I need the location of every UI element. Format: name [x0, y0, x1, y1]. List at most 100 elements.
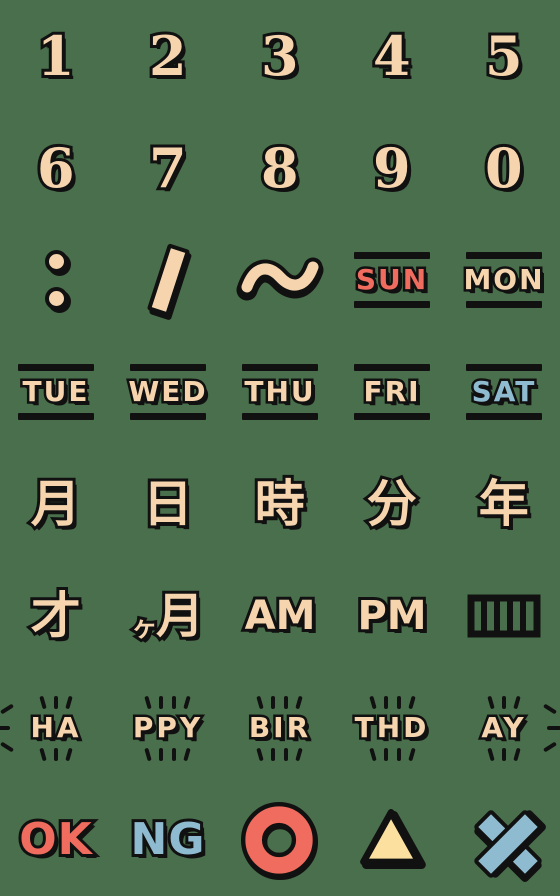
triangle-sticker: [352, 800, 432, 880]
sticker-cell-digit-9[interactable]: 9: [336, 112, 448, 224]
sticker-glyph-hbd-ha: HA: [28, 711, 82, 744]
top-rule: [18, 364, 94, 371]
sticker-cell-ok[interactable]: OK: [0, 784, 112, 896]
sticker-cell-tally[interactable]: [448, 560, 560, 672]
sticker-cell-tilde[interactable]: [224, 224, 336, 336]
sticker-glyph-digit-0: 0: [482, 136, 526, 200]
sticker-cell-day-fri[interactable]: FRI: [336, 336, 448, 448]
dash-ornament-row: [256, 747, 304, 761]
sticker-cell-colon[interactable]: [0, 224, 112, 336]
sticker-cell-day-tue[interactable]: TUE: [0, 336, 112, 448]
bottom-rule: [466, 413, 542, 420]
sticker-cell-kanji-hour[interactable]: 時: [224, 448, 336, 560]
dash-mark: [172, 695, 177, 709]
sticker-cell-hbd-bir[interactable]: BIR: [224, 672, 336, 784]
circle-o-sticker: [240, 800, 320, 880]
ray-burst-left: [0, 701, 30, 755]
dash-mark: [284, 747, 289, 761]
dash-mark: [159, 695, 164, 709]
emoji-sticker-sheet: 1 2 3 4 5 6 7 8 9 0 SUN MON TUE WED THU FRI SAT 月日時分年才ヶ月 A…: [0, 0, 560, 896]
dash-mark: [383, 747, 388, 761]
kanji-prefix-ke: ヶ: [129, 612, 161, 644]
dash-ornament-row: [39, 747, 73, 761]
sticker-cell-ng[interactable]: NG: [112, 784, 224, 896]
sticker-glyph-kanji-day: 日: [140, 475, 196, 533]
sticker-cell-kanji-day[interactable]: 日: [112, 448, 224, 560]
sticker-cell-digit-2[interactable]: 2: [112, 0, 224, 112]
sticker-cell-slash[interactable]: [112, 224, 224, 336]
sticker-cell-day-thu[interactable]: THU: [224, 336, 336, 448]
dash-ornament-row: [144, 747, 192, 761]
top-rule: [242, 364, 318, 371]
colon-dot-bottom: [44, 287, 68, 310]
sticker-glyph-digit-1: 1: [34, 24, 78, 88]
tally-counter-icon: [467, 594, 541, 638]
sticker-cell-kanji-month[interactable]: 月: [0, 448, 112, 560]
dash-mark: [172, 747, 177, 761]
sticker-cell-digit-7[interactable]: 7: [112, 112, 224, 224]
sticker-glyph-digit-3: 3: [258, 24, 302, 88]
dash-mark: [513, 695, 521, 709]
ray-line: [542, 703, 557, 715]
dash-ornament-row: [368, 747, 416, 761]
dash-mark: [383, 695, 388, 709]
hbd-text-wrap: AY: [479, 703, 560, 753]
sticker-cell-kanji-age[interactable]: 才: [0, 560, 112, 672]
sticker-cell-digit-4[interactable]: 4: [336, 0, 448, 112]
sticker-cell-digit-6[interactable]: 6: [0, 112, 112, 224]
sticker-cell-day-sat[interactable]: SAT: [448, 336, 560, 448]
bottom-rule: [242, 413, 318, 420]
sticker-glyph-hbd-ay: AY: [479, 711, 527, 744]
hbd-sticker-hbd-ha: HA: [0, 695, 82, 761]
sticker-cell-digit-8[interactable]: 8: [224, 112, 336, 224]
sticker-cell-digit-5[interactable]: 5: [448, 0, 560, 112]
hbd-text-wrap: THD: [352, 711, 430, 744]
sticker-cell-day-mon[interactable]: MON: [448, 224, 560, 336]
sticker-glyph-day-sun: SUN: [353, 263, 429, 296]
sticker-cell-pm[interactable]: PM: [336, 560, 448, 672]
sticker-cell-circle-o[interactable]: [224, 784, 336, 896]
sticker-glyph-digit-9: 9: [370, 136, 414, 200]
circle-o-icon: [240, 801, 319, 880]
sticker-cell-hbd-ha[interactable]: HA: [0, 672, 112, 784]
sticker-glyph-kanji-age: 才: [28, 587, 84, 645]
dayword-sticker-day-tue: TUE: [18, 364, 94, 420]
sticker-cell-kanji-kagetsu[interactable]: ヶ月: [112, 560, 224, 672]
sticker-cell-kanji-minute[interactable]: 分: [336, 448, 448, 560]
bottom-rule: [465, 301, 542, 308]
sticker-cell-kanji-year[interactable]: 年: [448, 448, 560, 560]
sticker-cell-triangle[interactable]: [336, 784, 448, 896]
sticker-cell-digit-0[interactable]: 0: [448, 112, 560, 224]
sticker-cell-cross-x[interactable]: [448, 784, 560, 896]
bottom-rule: [354, 413, 430, 420]
hbd-sticker-hbd-ppy: PPY: [130, 695, 203, 761]
dash-mark: [396, 747, 401, 761]
hbd-sticker-hbd-bir: BIR: [246, 695, 311, 761]
sticker-glyph-day-mon: MON: [461, 263, 545, 296]
sticker-cell-day-wed[interactable]: WED: [112, 336, 224, 448]
sticker-cell-digit-1[interactable]: 1: [0, 0, 112, 112]
dash-mark: [183, 747, 192, 761]
dash-mark: [256, 695, 265, 709]
bottom-rule: [129, 413, 206, 420]
sticker-cell-day-sun[interactable]: SUN: [336, 224, 448, 336]
colon-shape: [44, 250, 68, 310]
cross-x-sticker: [464, 800, 544, 880]
sticker-glyph-day-thu: THU: [242, 375, 316, 408]
top-rule: [354, 364, 430, 371]
top-rule: [129, 364, 206, 371]
sticker-cell-digit-3[interactable]: 3: [224, 0, 336, 112]
dash-mark: [396, 695, 401, 709]
dash-ornament-row: [39, 695, 73, 709]
sticker-glyph-kanji-hour: 時: [252, 475, 308, 533]
dash-mark: [53, 695, 58, 709]
sticker-cell-hbd-ay[interactable]: AY: [448, 672, 560, 784]
dash-mark: [53, 747, 58, 761]
sticker-cell-am[interactable]: AM: [224, 560, 336, 672]
sticker-glyph-kanji-kagetsu: ヶ月: [129, 589, 207, 644]
sticker-glyph-digit-6: 6: [34, 136, 78, 200]
sticker-glyph-digit-5: 5: [482, 24, 526, 88]
sticker-cell-hbd-thd[interactable]: THD: [336, 672, 448, 784]
ray-line: [0, 703, 15, 715]
sticker-cell-hbd-ppy[interactable]: PPY: [112, 672, 224, 784]
